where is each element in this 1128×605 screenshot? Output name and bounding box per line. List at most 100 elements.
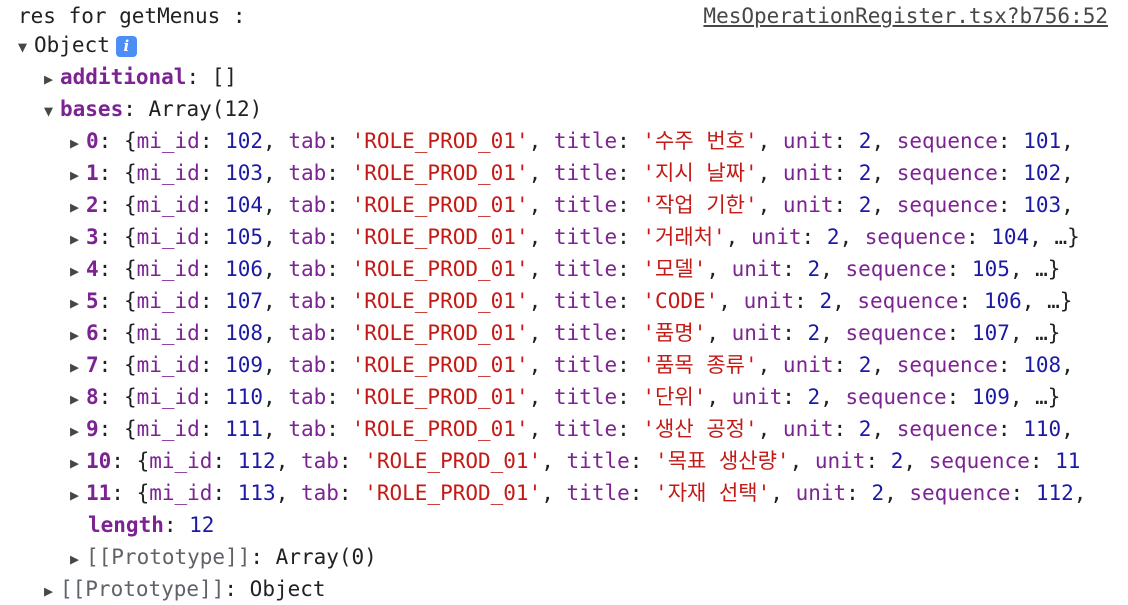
source-link[interactable]: MesOperationRegister.tsx?b756:52 <box>703 0 1108 32</box>
title-key: title <box>553 225 618 249</box>
title-value: '모델' <box>642 257 707 281</box>
sequence-value: 101 <box>1023 129 1062 153</box>
log-message: res for getMenus : <box>18 4 246 28</box>
collapsed-triangle-icon[interactable]: ▶ <box>70 191 86 221</box>
bases-row[interactable]: ▼ bases: Array(12) <box>0 93 1128 125</box>
unit-value: 2 <box>871 481 885 505</box>
sequence-value: 105 <box>971 257 1010 281</box>
title-value: '품목 종류' <box>642 353 758 377</box>
unit-value: 2 <box>858 353 872 377</box>
title-key: title <box>553 193 618 217</box>
array-item-row[interactable]: ▶ 2: {mi_id: 104, tab: 'ROLE_PROD_01', ti… <box>0 189 1128 221</box>
tab-key: tab <box>288 289 327 313</box>
tab-value: 'ROLE_PROD_01' <box>364 481 542 505</box>
mi-id-value: 103 <box>225 161 264 185</box>
array-item-row[interactable]: ▶ 3: {mi_id: 105, tab: 'ROLE_PROD_01', ti… <box>0 221 1128 253</box>
mi-id-value: 113 <box>237 481 276 505</box>
title-value: '거래처' <box>642 225 726 249</box>
expanded-triangle-icon[interactable]: ▼ <box>44 95 60 125</box>
collapsed-triangle-icon[interactable]: ▶ <box>70 127 86 157</box>
mi-id-value: 107 <box>225 289 264 313</box>
title-key: title <box>553 353 618 377</box>
tab-value: 'ROLE_PROD_01' <box>351 353 529 377</box>
title-value: '수주 번호' <box>642 129 758 153</box>
tab-key: tab <box>288 225 327 249</box>
unit-value: 2 <box>826 225 840 249</box>
unit-value: 2 <box>807 257 821 281</box>
unit-key: unit <box>782 417 834 441</box>
collapsed-triangle-icon[interactable]: ▶ <box>70 159 86 189</box>
collapsed-triangle-icon[interactable]: ▶ <box>70 383 86 413</box>
unit-value: 2 <box>858 129 872 153</box>
mi-id-key: mi_id <box>136 417 200 441</box>
unit-value: 2 <box>858 193 872 217</box>
collapsed-triangle-icon[interactable]: ▶ <box>70 415 86 445</box>
info-icon[interactable]: i <box>115 35 137 57</box>
item-tail: , <box>1061 193 1074 217</box>
array-item-row[interactable]: ▶ 10: {mi_id: 112, tab: 'ROLE_PROD_01', t… <box>0 445 1128 477</box>
sequence-key: sequence <box>928 449 1030 473</box>
title-key: title <box>566 481 630 505</box>
sequence-key: sequence <box>896 129 998 153</box>
object-root-row[interactable]: ▼ Object i <box>0 29 1128 61</box>
item-tail: , …} <box>1009 385 1061 409</box>
item-index: 9 <box>86 417 99 441</box>
array-item-row[interactable]: ▶ 4: {mi_id: 106, tab: 'ROLE_PROD_01', ti… <box>0 253 1128 285</box>
collapsed-triangle-icon[interactable]: ▶ <box>70 255 86 285</box>
array-item-row[interactable]: ▶ 11: {mi_id: 113, tab: 'ROLE_PROD_01', t… <box>0 477 1128 509</box>
sequence-key: sequence <box>896 353 998 377</box>
array-item-row[interactable]: ▶ 5: {mi_id: 107, tab: 'ROLE_PROD_01', ti… <box>0 285 1128 317</box>
mi-id-key: mi_id <box>136 225 200 249</box>
unit-value: 2 <box>858 161 872 185</box>
sequence-value: 102 <box>1023 161 1062 185</box>
tab-value: 'ROLE_PROD_01' <box>351 193 529 217</box>
array-item-row[interactable]: ▶ 1: {mi_id: 103, tab: 'ROLE_PROD_01', ti… <box>0 157 1128 189</box>
additional-key: additional <box>60 65 187 89</box>
collapsed-triangle-icon[interactable]: ▶ <box>70 543 86 573</box>
collapsed-triangle-icon[interactable]: ▶ <box>70 287 86 317</box>
unit-value: 2 <box>807 321 821 345</box>
title-key: title <box>553 161 618 185</box>
unit-key: unit <box>782 193 834 217</box>
tab-value: 'ROLE_PROD_01' <box>364 449 542 473</box>
sequence-key: sequence <box>864 225 966 249</box>
object-prototype-row[interactable]: ▶ [[Prototype]]: Object <box>0 573 1128 605</box>
unit-key: unit <box>814 449 866 473</box>
bases-value: Array(12) <box>148 97 263 121</box>
prototype-value: Array(0) <box>275 545 377 569</box>
tab-key: tab <box>300 481 339 505</box>
collapsed-triangle-icon[interactable]: ▶ <box>70 447 86 477</box>
length-key: length <box>88 513 164 537</box>
array-prototype-row[interactable]: ▶ [[Prototype]]: Array(0) <box>0 541 1128 573</box>
collapsed-triangle-icon[interactable]: ▶ <box>70 479 86 509</box>
sequence-key: sequence <box>896 161 998 185</box>
mi-id-key: mi_id <box>136 193 200 217</box>
array-item-row[interactable]: ▶ 9: {mi_id: 111, tab: 'ROLE_PROD_01', ti… <box>0 413 1128 445</box>
item-index: 5 <box>86 289 99 313</box>
mi-id-key: mi_id <box>136 353 200 377</box>
tab-key: tab <box>288 353 327 377</box>
expanded-triangle-icon[interactable]: ▼ <box>18 31 34 61</box>
tab-key: tab <box>288 417 327 441</box>
unit-key: unit <box>743 289 795 313</box>
array-item-row[interactable]: ▶ 8: {mi_id: 110, tab: 'ROLE_PROD_01', ti… <box>0 381 1128 413</box>
sequence-key: sequence <box>857 289 959 313</box>
mi-id-value: 105 <box>225 225 264 249</box>
collapsed-triangle-icon[interactable]: ▶ <box>70 223 86 253</box>
item-tail: , …} <box>1009 257 1061 281</box>
collapsed-triangle-icon[interactable]: ▶ <box>44 63 60 93</box>
title-key: title <box>553 289 618 313</box>
array-item-row[interactable]: ▶ 0: {mi_id: 102, tab: 'ROLE_PROD_01', ti… <box>0 125 1128 157</box>
unit-key: unit <box>731 385 783 409</box>
additional-row[interactable]: ▶ additional: [] <box>0 61 1128 93</box>
collapsed-triangle-icon[interactable]: ▶ <box>44 575 60 605</box>
mi-id-key: mi_id <box>136 161 200 185</box>
unit-key: unit <box>795 481 847 505</box>
array-item-row[interactable]: ▶ 7: {mi_id: 109, tab: 'ROLE_PROD_01', ti… <box>0 349 1128 381</box>
item-index: 6 <box>86 321 99 345</box>
tab-key: tab <box>288 129 327 153</box>
array-item-row[interactable]: ▶ 6: {mi_id: 108, tab: 'ROLE_PROD_01', ti… <box>0 317 1128 349</box>
collapsed-triangle-icon[interactable]: ▶ <box>70 319 86 349</box>
bases-key: bases <box>60 97 124 121</box>
collapsed-triangle-icon[interactable]: ▶ <box>70 351 86 381</box>
